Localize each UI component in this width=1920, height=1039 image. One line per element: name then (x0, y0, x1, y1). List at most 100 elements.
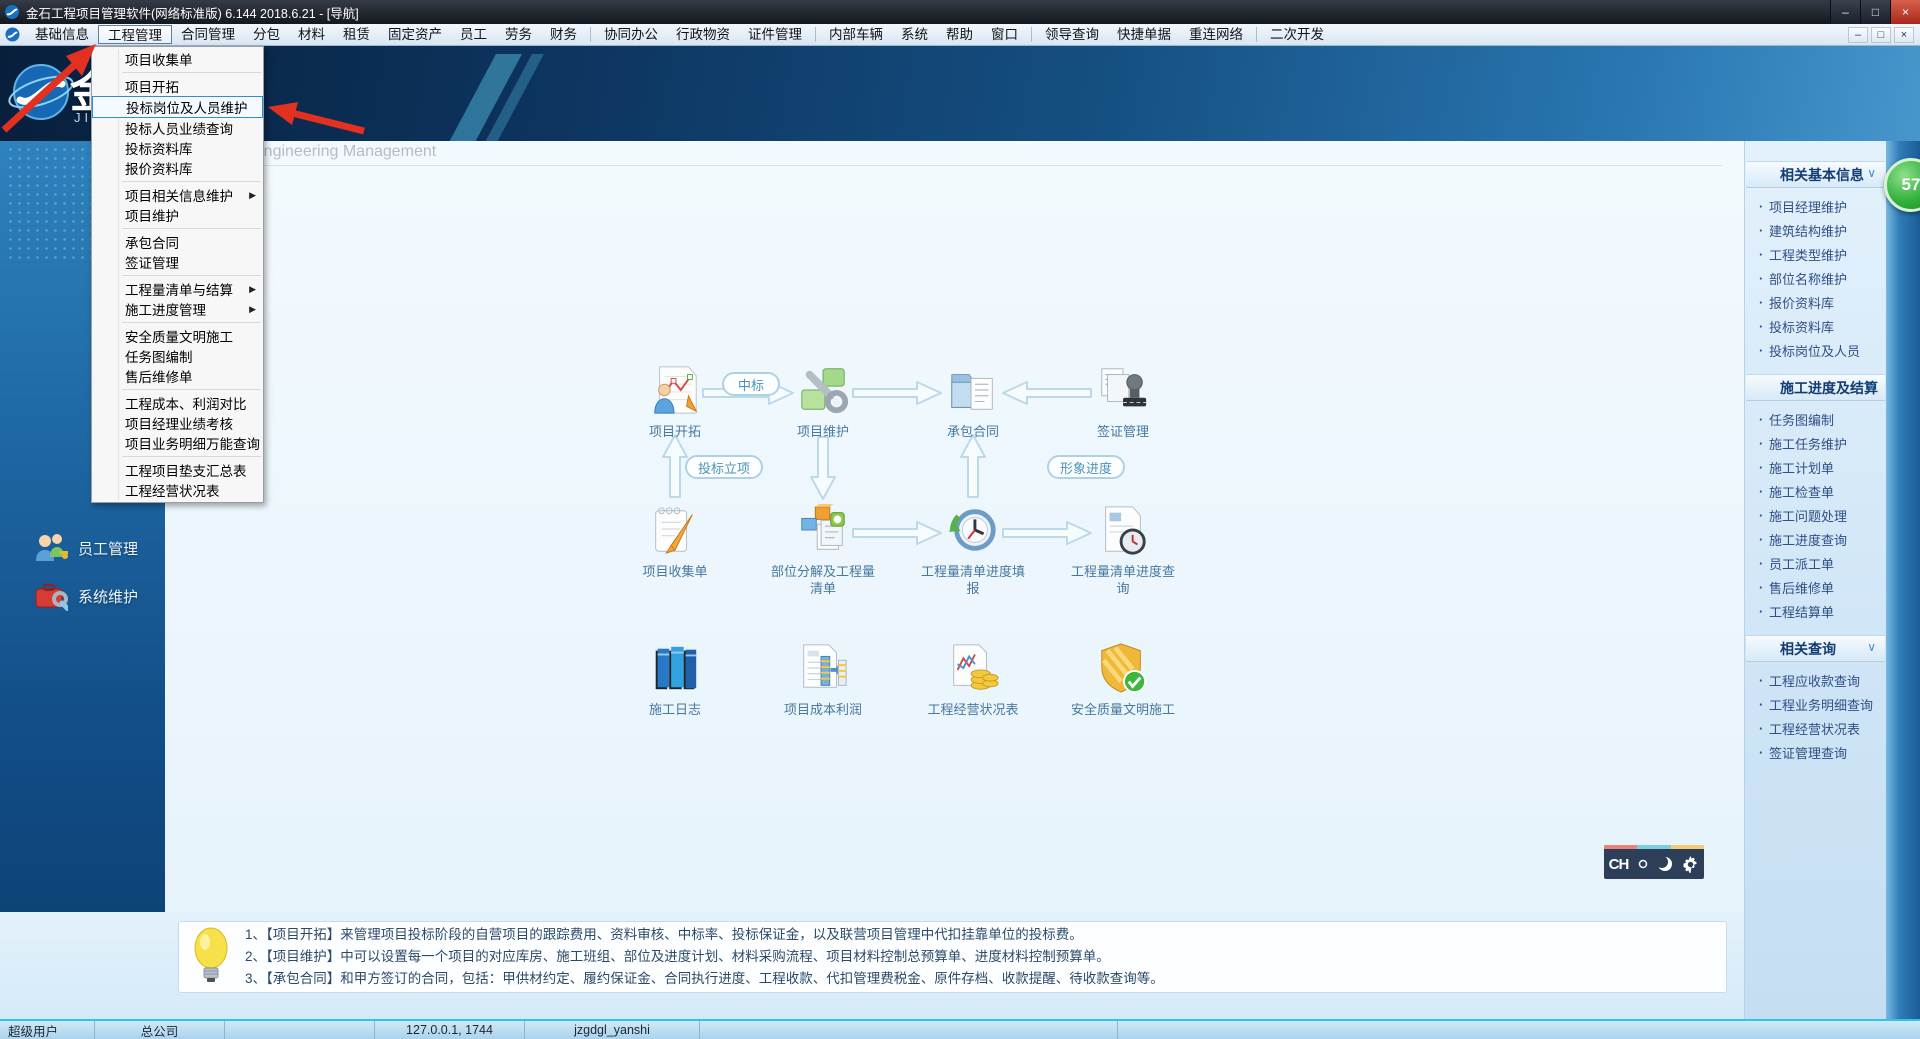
dropdown-item-operation-status-table[interactable]: 工程经营状况表 (92, 480, 263, 500)
dropdown-item-project-collection-sheet[interactable]: 项目收集单 (92, 49, 263, 69)
dot-icon[interactable] (1638, 859, 1648, 869)
link-construction-inspection[interactable]: 施工检查单 (1745, 479, 1886, 503)
teal-strip (1637, 845, 1670, 849)
menu-system[interactable]: 系统 (892, 25, 937, 44)
minimize-button[interactable]: – (1830, 0, 1860, 24)
flow-node-operation-status-table[interactable]: 工程经营状况表 (921, 641, 1025, 719)
menu-employees[interactable]: 员工 (451, 25, 496, 44)
menu-collaboration[interactable]: 协同办公 (595, 25, 667, 44)
link-bid-position-personnel[interactable]: 投标岗位及人员 (1745, 338, 1886, 362)
menu-secondary-development[interactable]: 二次开发 (1261, 25, 1333, 44)
mdi-close-button[interactable]: × (1894, 27, 1914, 43)
flow-node-boq-progress-query[interactable]: 工程量清单进度查询 (1071, 503, 1175, 598)
sidebar-item-employee-management[interactable]: 员工管理 (34, 533, 138, 563)
link-receivables-query[interactable]: 工程应收款查询 (1745, 668, 1886, 692)
menu-certificates[interactable]: 证件管理 (739, 25, 811, 44)
gear-icon[interactable] (1682, 856, 1699, 873)
dropdown-item-project-related-info-maintenance[interactable]: 项目相关信息维护▶ (92, 185, 263, 205)
menu-quick-documents[interactable]: 快捷单据 (1108, 25, 1180, 44)
floating-toolbar-widget[interactable]: CH (1604, 845, 1704, 879)
brand-logo-icon (8, 52, 74, 135)
project-development-icon (648, 363, 702, 417)
dropdown-item-business-detail-universal-query[interactable]: 项目业务明细万能查询 (92, 433, 263, 453)
close-button[interactable]: × (1890, 0, 1920, 24)
flow-node-label: 项目维护 (771, 424, 875, 441)
link-construction-progress-query[interactable]: 施工进度查询 (1745, 527, 1886, 551)
link-construction-task-maintenance[interactable]: 施工任务维护 (1745, 431, 1886, 455)
dropdown-item-safety-quality-construction[interactable]: 安全质量文明施工 (92, 326, 263, 346)
link-construction-issue-handling[interactable]: 施工问题处理 (1745, 503, 1886, 527)
mdi-restore-button[interactable]: □ (1871, 27, 1891, 43)
shield-check-icon (1096, 641, 1150, 695)
flow-node-construction-log[interactable]: 施工日志 (623, 641, 727, 719)
dropdown-item-project-manager-performance[interactable]: 项目经理业绩考核 (92, 413, 263, 433)
flow-node-boq-progress-report[interactable]: 工程量清单进度填报 (921, 503, 1025, 598)
menu-contract-management[interactable]: 合同管理 (172, 25, 244, 44)
menu-item-label: 项目收集单 (125, 49, 193, 69)
flow-node-project-development[interactable]: 项目开拓 (623, 363, 727, 441)
link-business-detail-query[interactable]: 工程业务明细查询 (1745, 692, 1886, 716)
app-menu-icon (5, 27, 20, 42)
section-header-basic-info[interactable]: 相关基本信息 ∨ (1746, 161, 1885, 188)
dropdown-item-cost-profit-comparison[interactable]: 工程成本、利润对比 (92, 393, 263, 413)
menu-leasing[interactable]: 租赁 (334, 25, 379, 44)
maximize-button[interactable]: □ (1860, 0, 1890, 24)
link-operation-status-table[interactable]: 工程经营状况表 (1745, 716, 1886, 740)
link-part-name-maintenance[interactable]: 部位名称维护 (1745, 266, 1886, 290)
section-header-progress-settlement[interactable]: 施工进度及结算 ∨ (1746, 374, 1885, 401)
dropdown-item-task-chart-compilation[interactable]: 任务图编制 (92, 346, 263, 366)
menu-leader-query[interactable]: 领导查询 (1036, 25, 1108, 44)
menu-internal-vehicles[interactable]: 内部车辆 (820, 25, 892, 44)
menu-separator (122, 275, 261, 276)
dropdown-item-after-sales-repair[interactable]: 售后维修单 (92, 366, 263, 386)
dropdown-item-bid-position-personnel-maintenance[interactable]: 投标岗位及人员维护 (92, 96, 263, 118)
link-quotation-library[interactable]: 报价资料库 (1745, 290, 1886, 314)
menu-fixed-assets[interactable]: 固定资产 (379, 25, 451, 44)
menu-labor[interactable]: 劳务 (496, 25, 541, 44)
flow-node-safety-quality[interactable]: 安全质量文明施工 (1071, 641, 1175, 719)
flow-node-contract[interactable]: 承包合同 (921, 363, 1025, 441)
dropdown-item-bid-data-library[interactable]: 投标资料库 (92, 138, 263, 158)
menu-item-label: 项目业务明细万能查询 (125, 433, 260, 453)
menu-admin-supplies[interactable]: 行政物资 (667, 25, 739, 44)
menu-engineering-management[interactable]: 工程管理 (98, 25, 172, 44)
flow-node-project-maintenance[interactable]: 项目维护 (771, 363, 875, 441)
menu-materials[interactable]: 材料 (289, 25, 334, 44)
link-construction-plan[interactable]: 施工计划单 (1745, 455, 1886, 479)
flow-node-label: 工程量清单进度查询 (1071, 564, 1175, 598)
link-employee-dispatch[interactable]: 员工派工单 (1745, 551, 1886, 575)
dropdown-item-advance-payment-summary[interactable]: 工程项目垫支汇总表 (92, 460, 263, 480)
menu-help[interactable]: 帮助 (937, 25, 982, 44)
menu-basic-info[interactable]: 基础信息 (26, 25, 98, 44)
menu-window[interactable]: 窗口 (982, 25, 1027, 44)
menu-finance[interactable]: 财务 (541, 25, 586, 44)
link-after-sales-repair[interactable]: 售后维修单 (1745, 575, 1886, 599)
menu-reconnect-network[interactable]: 重连网络 (1180, 25, 1252, 44)
link-bid-library[interactable]: 投标资料库 (1745, 314, 1886, 338)
flow-node-project-cost-profit[interactable]: 项目成本利润 (771, 641, 875, 719)
dropdown-item-construction-progress-management[interactable]: 施工进度管理▶ (92, 299, 263, 319)
link-project-type-maintenance[interactable]: 工程类型维护 (1745, 242, 1886, 266)
dropdown-item-visa-management[interactable]: 签证管理 (92, 252, 263, 272)
link-project-settlement[interactable]: 工程结算单 (1745, 599, 1886, 623)
dropdown-item-bid-personnel-performance-query[interactable]: 投标人员业绩查询 (92, 118, 263, 138)
link-visa-management-query[interactable]: 签证管理查询 (1745, 740, 1886, 764)
mdi-minimize-button[interactable]: – (1848, 27, 1868, 43)
link-building-structure-maintenance[interactable]: 建筑结构维护 (1745, 218, 1886, 242)
link-task-chart[interactable]: 任务图编制 (1745, 407, 1886, 431)
dropdown-item-boq-settlement[interactable]: 工程量清单与结算▶ (92, 279, 263, 299)
link-project-manager-maintenance[interactable]: 项目经理维护 (1745, 194, 1886, 218)
progress-clock-icon (946, 503, 1000, 557)
dropdown-item-quotation-data-library[interactable]: 报价资料库 (92, 158, 263, 178)
section-header-related-query[interactable]: 相关查询 ∨ (1746, 635, 1885, 662)
flow-node-visa-management[interactable]: 签证管理 (1071, 363, 1175, 441)
widget-ch-button[interactable]: CH (1609, 856, 1629, 873)
dropdown-item-contract[interactable]: 承包合同 (92, 232, 263, 252)
dropdown-item-project-maintenance[interactable]: 项目维护 (92, 205, 263, 225)
dropdown-item-project-development[interactable]: 项目开拓 (92, 76, 263, 96)
sidebar-item-system-maintenance[interactable]: 系统维护 (34, 581, 138, 611)
flow-node-project-collection[interactable]: 项目收集单 (623, 503, 727, 581)
flow-node-part-decomposition-boq[interactable]: 部位分解及工程量清单 (771, 503, 875, 598)
moon-icon[interactable] (1657, 856, 1673, 872)
menu-subcontract[interactable]: 分包 (244, 25, 289, 44)
